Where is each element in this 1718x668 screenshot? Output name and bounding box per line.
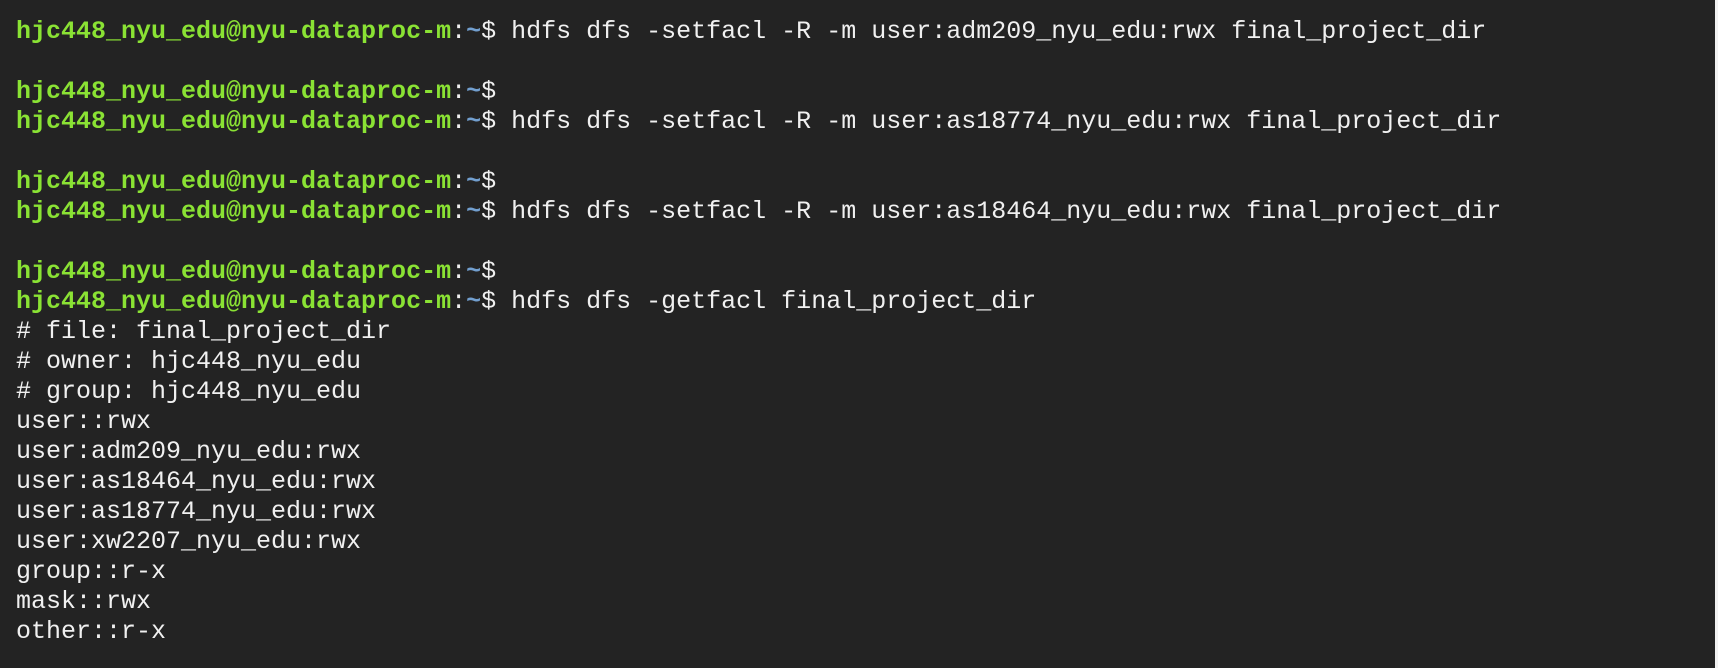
- output-line-acl: user::rwx: [16, 407, 152, 436]
- prompt-user-host: hjc448_nyu_edu@nyu-dataproc-m: [16, 77, 452, 106]
- prompt-path: ~: [466, 17, 482, 46]
- prompt-path: ~: [466, 257, 482, 286]
- output-line-acl: user:adm209_nyu_edu:rwx: [16, 437, 362, 466]
- terminal-line: hjc448_nyu_edu@nyu-dataproc-m:~$: [16, 167, 1501, 197]
- output-line-acl: group::r-x: [16, 557, 167, 586]
- command-text: hdfs dfs -getfacl final_project_dir: [511, 287, 1037, 316]
- prompt-separator: :: [451, 167, 467, 196]
- output-line-acl: mask::rwx: [16, 587, 152, 616]
- prompt-symbol: $: [481, 17, 497, 46]
- output-line-acl: user:xw2207_nyu_edu:rwx: [16, 527, 362, 556]
- prompt-path: ~: [466, 107, 482, 136]
- terminal-line: hjc448_nyu_edu@nyu-dataproc-m:~$: [16, 257, 1501, 287]
- prompt-symbol: $: [481, 257, 497, 286]
- prompt-user-host: hjc448_nyu_edu@nyu-dataproc-m: [16, 167, 452, 196]
- prompt-user-host: hjc448_nyu_edu@nyu-dataproc-m: [16, 107, 452, 136]
- prompt-symbol: $: [481, 167, 497, 196]
- output-line-group: # group: hjc448_nyu_edu: [16, 377, 362, 406]
- prompt-separator: :: [451, 17, 467, 46]
- terminal-output: hjc448_nyu_edu@nyu-dataproc-m:~$ hdfs df…: [16, 17, 1501, 647]
- prompt-user-host: hjc448_nyu_edu@nyu-dataproc-m: [16, 257, 452, 286]
- prompt-symbol: $: [481, 287, 497, 316]
- terminal-window[interactable]: hjc448_nyu_edu@nyu-dataproc-m:~$ hdfs df…: [0, 0, 1718, 668]
- terminal-line: hjc448_nyu_edu@nyu-dataproc-m:~$ hdfs df…: [16, 197, 1501, 227]
- prompt-separator: :: [451, 107, 467, 136]
- prompt-separator: :: [451, 287, 467, 316]
- prompt-symbol: $: [481, 107, 497, 136]
- output-line-acl: other::r-x: [16, 617, 167, 646]
- prompt-symbol: $: [481, 77, 497, 106]
- prompt-path: ~: [466, 77, 482, 106]
- prompt-user-host: hjc448_nyu_edu@nyu-dataproc-m: [16, 287, 452, 316]
- output-line-acl: user:as18774_nyu_edu:rwx: [16, 497, 377, 526]
- prompt-separator: :: [451, 257, 467, 286]
- command-text: hdfs dfs -setfacl -R -m user:adm209_nyu_…: [511, 17, 1487, 46]
- output-line-file: # file: final_project_dir: [16, 317, 392, 346]
- prompt-user-host: hjc448_nyu_edu@nyu-dataproc-m: [16, 197, 452, 226]
- output-line-owner: # owner: hjc448_nyu_edu: [16, 347, 362, 376]
- command-text: hdfs dfs -setfacl -R -m user:as18774_nyu…: [511, 107, 1502, 136]
- terminal-line: hjc448_nyu_edu@nyu-dataproc-m:~$: [16, 77, 1501, 107]
- prompt-user-host: hjc448_nyu_edu@nyu-dataproc-m: [16, 17, 452, 46]
- prompt-separator: :: [451, 77, 467, 106]
- prompt-path: ~: [466, 167, 482, 196]
- prompt-path: ~: [466, 287, 482, 316]
- terminal-line: hjc448_nyu_edu@nyu-dataproc-m:~$ hdfs df…: [16, 107, 1501, 137]
- prompt-path: ~: [466, 197, 482, 226]
- prompt-separator: :: [451, 197, 467, 226]
- terminal-line: hjc448_nyu_edu@nyu-dataproc-m:~$ hdfs df…: [16, 287, 1501, 317]
- output-line-acl: user:as18464_nyu_edu:rwx: [16, 467, 377, 496]
- terminal-line: hjc448_nyu_edu@nyu-dataproc-m:~$ hdfs df…: [16, 17, 1501, 47]
- command-text: hdfs dfs -setfacl -R -m user:as18464_nyu…: [511, 197, 1502, 226]
- prompt-symbol: $: [481, 197, 497, 226]
